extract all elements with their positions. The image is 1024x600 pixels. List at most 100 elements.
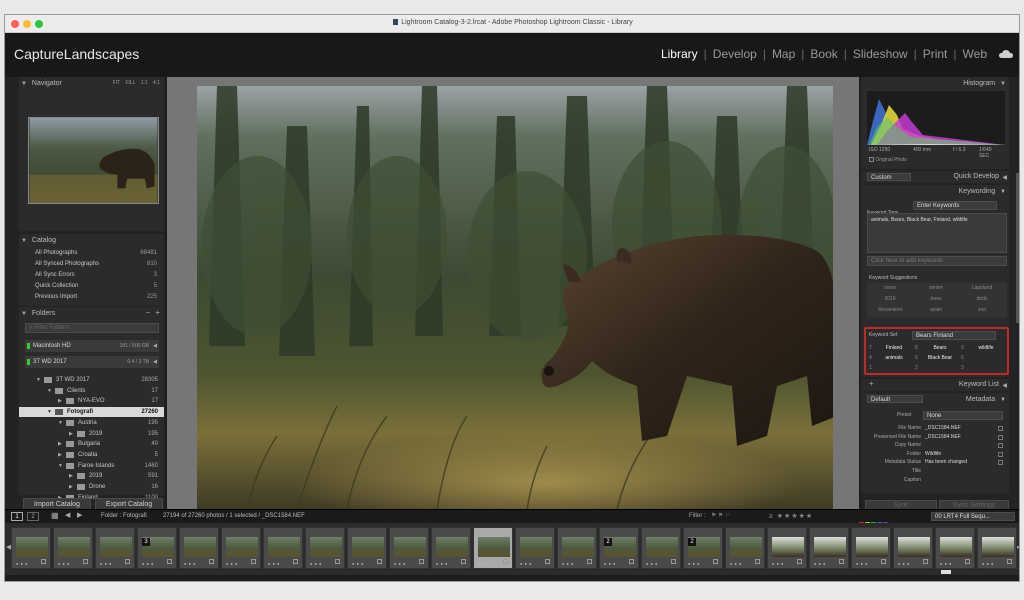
filmstrip-thumbnail[interactable]: ● ● ● — [431, 527, 471, 569]
filter-preset-dropdown[interactable]: 00 LRT4 Full Sequ... — [931, 512, 1015, 521]
module-slideshow[interactable]: Slideshow — [853, 47, 908, 61]
metadata-view-dropdown[interactable]: Default — [867, 395, 923, 403]
add-folder-icon[interactable]: + — [155, 308, 160, 317]
preset-dropdown[interactable]: None — [923, 411, 1003, 420]
keyword-list-header[interactable]: + Keyword List ◀ — [861, 379, 1009, 391]
filmstrip-thumbnail[interactable]: ● ● ● — [893, 527, 933, 569]
folder-collapsed-icon[interactable]: ▶ — [69, 429, 73, 439]
keyword-set-item[interactable]: animals — [877, 355, 911, 361]
metadata-field-value[interactable]: _DSC1584.NEF — [925, 425, 997, 431]
filmstrip-thumbnail[interactable]: ● ● ● — [557, 527, 597, 569]
catalog-item[interactable]: Quick Collection 5 — [35, 283, 157, 293]
page-2-button[interactable]: 2 — [27, 512, 39, 521]
main-photo[interactable] — [197, 86, 833, 510]
folder-item[interactable]: ▶ NYA-EVO 17 — [19, 396, 164, 406]
filmstrip-thumbnail[interactable]: ● ● ● — [767, 527, 807, 569]
keyword-set-dropdown[interactable]: Bears Finland — [912, 331, 996, 340]
filmstrip-thumbnail[interactable]: ● ● ● — [935, 527, 975, 569]
histogram-header[interactable]: Histogram ▼ — [861, 77, 1009, 89]
keyword-set-item[interactable]: Finland — [877, 345, 911, 351]
keyword-suggestion[interactable]: Rovaniemi — [867, 307, 913, 313]
keywording-header[interactable]: Keywording ▼ — [861, 185, 1009, 197]
zoom-1-1[interactable]: 1:1 — [141, 80, 148, 86]
folder-item[interactable]: ▼ Fotografi 27260 — [19, 407, 164, 418]
back-arrow-icon[interactable]: ◀ — [65, 511, 70, 519]
zoom-fit[interactable]: FIT — [113, 80, 120, 86]
catalog-item[interactable]: Previous Import 225 — [35, 294, 157, 304]
folder-item[interactable]: ▼ 3T WD 2017 28305 — [19, 375, 164, 385]
zoom-4-1[interactable]: 4:1 — [153, 80, 160, 86]
filmstrip-thumbnail[interactable]: ● ● ● — [809, 527, 849, 569]
flag-filter-icons[interactable]: ⚑ ⚑ ⚐ — [711, 512, 730, 519]
module-print[interactable]: Print — [923, 47, 948, 61]
forward-arrow-icon[interactable]: ▶ — [77, 511, 82, 519]
keyword-set-item[interactable]: Black Bear — [923, 355, 957, 361]
folder-filter-input[interactable]: ⚲ Filter Folders — [25, 323, 159, 333]
page-1-button[interactable]: 1 — [11, 512, 23, 521]
add-keyword-icon[interactable]: + — [869, 379, 874, 388]
zoom-fill[interactable]: FILL — [125, 80, 135, 86]
filmstrip-scrollbar[interactable] — [941, 570, 951, 574]
filmstrip-thumbnail[interactable]: ● ● ● — [221, 527, 261, 569]
filmstrip-thumbnail[interactable]: ● ● ● — [263, 527, 303, 569]
catalog-item[interactable]: All Synced Photographs 810 — [35, 261, 157, 271]
keyword-tags-dropdown[interactable]: Enter Keywords — [913, 201, 997, 210]
keyword-suggestion[interactable]: snow — [867, 285, 913, 291]
keyword-suggestion[interactable]: Lappland — [959, 285, 1005, 291]
stack-count-badge[interactable]: 3 — [142, 538, 150, 546]
folder-item[interactable]: ▶ Drone 16 — [19, 482, 164, 492]
folder-expanded-icon[interactable]: ▼ — [36, 375, 41, 385]
filmstrip-thumbnail[interactable]: 3 ● ● ● — [137, 527, 177, 569]
folder-item[interactable]: ▶ 2019 195 — [19, 429, 164, 439]
filmstrip-thumbnail[interactable]: ● ● ● — [11, 527, 51, 569]
folder-collapsed-icon[interactable]: ▶ — [58, 396, 62, 406]
add-keyword-input[interactable]: Click here to add keywords — [867, 256, 1007, 266]
catalog-item[interactable]: All Sync Errors 3 — [35, 272, 157, 282]
original-photo-row[interactable]: Original Photo — [869, 157, 907, 163]
filmstrip-thumbnail[interactable]: 2 ● ● ● — [599, 527, 639, 569]
filmstrip-thumbnail[interactable]: ● ● ● — [725, 527, 765, 569]
module-map[interactable]: Map — [772, 47, 795, 61]
keyword-set-item[interactable]: Bears — [923, 345, 957, 351]
metadata-field-action-icon[interactable] — [998, 426, 1003, 431]
cloud-icon[interactable] — [999, 50, 1013, 58]
folder-item[interactable]: ▼ Faroe Islands 1460 — [19, 461, 164, 471]
folders-header[interactable]: ▼ Folders − + — [19, 307, 164, 319]
keyword-suggestion[interactable]: 2019 — [867, 296, 913, 302]
quick-develop-header[interactable]: Custom Quick Develop ◀ — [861, 171, 1009, 183]
stack-count-badge[interactable]: 2 — [688, 538, 696, 546]
folder-collapsed-icon[interactable]: ▶ — [69, 471, 73, 481]
filmstrip-thumbnail[interactable]: ● ● ● — [95, 527, 135, 569]
metadata-header[interactable]: Default Metadata ▼ — [861, 393, 1009, 405]
filmstrip-thumbnail[interactable]: ● ● ● — [641, 527, 681, 569]
filmstrip-thumbnail[interactable]: ● ● ● — [515, 527, 555, 569]
metadata-field-value[interactable]: _DSC1584.NEF — [925, 434, 997, 440]
filmstrip-source[interactable]: Folder : Fotografi — [101, 513, 147, 519]
module-book[interactable]: Book — [810, 47, 837, 61]
filmstrip-thumbnail[interactable]: 2 ● ● ● — [683, 527, 723, 569]
filmstrip-thumbnail[interactable]: ● ● ● — [53, 527, 93, 569]
catalog-header[interactable]: ▼ Catalog — [19, 234, 164, 246]
filmstrip-thumbnail[interactable]: ● ● ● — [851, 527, 891, 569]
metadata-field-value[interactable]: Wildlife — [925, 451, 997, 457]
folder-collapsed-icon[interactable]: ▶ — [69, 482, 73, 492]
folder-expanded-icon[interactable]: ▼ — [47, 407, 52, 417]
keyword-set-item[interactable]: wildlife — [969, 345, 1003, 351]
filmstrip-thumbnail[interactable]: ● ● ● — [473, 527, 513, 569]
folder-item[interactable]: ▼ Clients 17 — [19, 386, 164, 396]
filmstrip-thumbnail[interactable]: ● ● ● — [305, 527, 345, 569]
volume-dropdown-icon[interactable]: ◀ — [153, 356, 157, 368]
folder-item[interactable]: ▼ Austria 195 — [19, 418, 164, 428]
keyword-suggestion[interactable]: trees — [913, 296, 959, 302]
folder-expanded-icon[interactable]: ▼ — [58, 418, 63, 428]
folder-item[interactable]: ▶ 2019 591 — [19, 471, 164, 481]
remove-folder-icon[interactable]: − — [145, 308, 150, 317]
folder-collapsed-icon[interactable]: ▶ — [58, 439, 62, 449]
folder-item[interactable]: ▶ Bulgaria 40 — [19, 439, 164, 449]
loupe-view[interactable] — [167, 77, 859, 510]
folder-collapsed-icon[interactable]: ▶ — [58, 450, 62, 460]
grid-view-icon[interactable]: ▦ — [51, 511, 59, 520]
module-web[interactable]: Web — [963, 47, 987, 61]
metadata-field-value[interactable]: Has been changed — [925, 459, 997, 465]
filmstrip-thumbnail[interactable]: ● ● ● — [977, 527, 1017, 569]
